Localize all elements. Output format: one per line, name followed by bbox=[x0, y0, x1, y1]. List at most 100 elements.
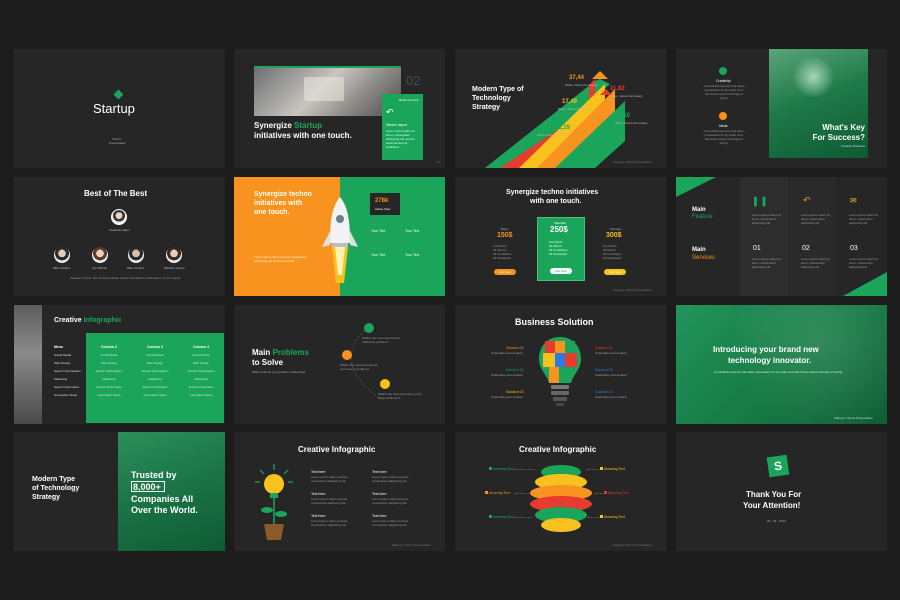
solution-name: Solution 02 bbox=[506, 368, 524, 372]
label-services: Services bbox=[692, 255, 716, 261]
bullet-square-icon bbox=[489, 467, 492, 470]
item-heading: Text here bbox=[311, 514, 326, 518]
slide-13-trusted[interactable]: Modern Type of Technology Strategy Trust… bbox=[14, 432, 225, 551]
slide-1-title[interactable]: Startup Theme Presentation bbox=[14, 49, 225, 168]
slide-15-layered-infographic[interactable]: Creative Infographic Amazing Text Amazin… bbox=[455, 432, 666, 551]
member-avatar bbox=[166, 247, 182, 263]
item-text: Lorem ipsum dolor sit amet, consectetur … bbox=[372, 519, 410, 527]
bullet-square-icon bbox=[604, 491, 607, 494]
column-text: Lorem ipsum dolor sit amet, consectetur … bbox=[752, 257, 781, 269]
rocket-icon bbox=[322, 197, 358, 283]
slide-8-features[interactable]: Main Feature Main Services ▌▐ ↶ ✉ Lorem … bbox=[676, 177, 887, 296]
problem-item: What's the most ecommerce ecommerce prob… bbox=[340, 363, 378, 371]
stat-label: When, where the beauty bbox=[537, 133, 570, 137]
solution-text: Customize your content bbox=[595, 373, 627, 377]
card-text: Lorem ipsum dolor sit amet, consectetur … bbox=[386, 129, 415, 149]
title-line-1: Synergize Startup bbox=[254, 121, 322, 130]
table-cell: Generation Ideas bbox=[143, 393, 167, 397]
title-part: Synergize bbox=[254, 121, 295, 130]
slide-11-business-solution[interactable]: Business Solution Solution 01 Customize … bbox=[455, 305, 666, 424]
title-line-3: Strategy bbox=[32, 494, 61, 501]
subtitle: What could be your problem marketing? bbox=[252, 370, 306, 374]
label-feature: Feature bbox=[692, 214, 713, 220]
member-name: Lily Mitchel bbox=[92, 266, 107, 270]
problem-item: What's the most important you're target … bbox=[378, 392, 422, 400]
bulb-icon bbox=[719, 67, 727, 75]
stacked-discs-graphic bbox=[530, 465, 592, 532]
get-now-button[interactable]: Get Now bbox=[494, 269, 516, 275]
item-text: Lorem ipsum dolor sit amet, consectetur … bbox=[311, 497, 349, 505]
item-text: Lorem ipsum dolor sit amet, consectetur … bbox=[372, 475, 410, 483]
solution-text: Customize your content bbox=[491, 351, 523, 355]
get-now-button[interactable]: Get Now bbox=[604, 269, 626, 275]
column-number: 03 bbox=[850, 245, 858, 252]
item-text: Lorem ipsum dolor sit amet, consectetur … bbox=[372, 497, 410, 505]
title-line-1: Modern Type bbox=[32, 476, 76, 483]
card-header: Read text here bbox=[399, 98, 419, 102]
plan-price: 250$ bbox=[550, 225, 568, 234]
table-row: Marketing Marketing Marketing Marketing bbox=[54, 375, 224, 383]
slide-12-introducing[interactable]: Introducing your brand new technology in… bbox=[676, 305, 887, 424]
data-table: Menu Column 2 Column 3 Column 4 Social M… bbox=[54, 343, 224, 399]
column-text: Lorem ipsum dolor sit amet, consectetur … bbox=[849, 213, 878, 225]
table-row: Web Design Web Design Web Design Web Design bbox=[54, 359, 224, 367]
feature-item: 24 Newsletter bbox=[549, 252, 568, 256]
lightbulb-puzzle-icon bbox=[539, 337, 581, 406]
slide-9-table[interactable]: Creative Infographic Menu Column 2 Colum… bbox=[14, 305, 225, 424]
slide-10-problems[interactable]: Main Problems to Solve What could be you… bbox=[234, 305, 445, 424]
slide-footer: Startup | Theme Presentation bbox=[612, 288, 652, 292]
column-text: Lorem ipsum dolor sit amet, consectetur … bbox=[849, 257, 878, 269]
slide-16-thank-you[interactable]: S Thank You For Your Attention! 03 - 02 … bbox=[676, 432, 887, 551]
item-title: Creativity bbox=[716, 79, 731, 83]
slide-title: Synergize techno initiatives with one to… bbox=[254, 191, 312, 216]
slide-4-success[interactable]: Creativity A wonderful serenity has take… bbox=[676, 49, 887, 168]
solution-text: Customize your content bbox=[595, 351, 627, 355]
slide-5-team[interactable]: Best of The Best Charlotte Adam Mike Gos… bbox=[14, 177, 225, 296]
slide-7-pricing[interactable]: Synergize techno initiatives with one to… bbox=[455, 177, 666, 296]
item-text: A wonderful serenity has taken possessio… bbox=[703, 129, 745, 145]
table-header: Menu bbox=[54, 345, 64, 349]
item-text: Amazing Text bbox=[604, 467, 625, 471]
title-highlight: Infographic bbox=[83, 317, 122, 324]
get-now-button[interactable]: Get Now bbox=[550, 268, 572, 274]
page-number: 02 bbox=[436, 160, 440, 164]
slide-2-synergize[interactable]: 02 Synergize Startup initiatives with on… bbox=[234, 49, 445, 168]
member-name: Mike Gosbel bbox=[53, 266, 70, 270]
subtitle: Presentation bbox=[109, 141, 126, 145]
slide-title: Creative Infographic bbox=[54, 317, 122, 324]
member-avatar bbox=[128, 247, 144, 263]
table-cell: Web Design bbox=[146, 361, 164, 365]
table-cell: Search Optimisation bbox=[95, 369, 123, 373]
column-text: Lorem ipsum dolor sit amet, consectetur … bbox=[801, 213, 830, 225]
date-label: 03 - 02 - 2023 bbox=[767, 519, 786, 523]
title-line-2: initiatives with one touch. bbox=[254, 131, 352, 140]
table-cell: Search Information bbox=[188, 385, 214, 389]
solution-name: Solution 03 bbox=[506, 390, 524, 394]
title-line-1: Synergize techno initiatives bbox=[506, 189, 599, 196]
title-highlight: Problems bbox=[272, 348, 309, 357]
title-line-2: to Solve bbox=[252, 358, 284, 367]
stat-box bbox=[370, 193, 400, 215]
slide-3-strategy[interactable]: Modern Type of Technology Strategy 37,44… bbox=[455, 49, 666, 168]
table-cell: Search Information bbox=[142, 385, 168, 389]
item-text: Amazing Text bbox=[489, 491, 510, 495]
label-main: Main bbox=[692, 247, 706, 253]
slide-14-infographic[interactable]: Creative Infographic Text here Lorem ips… bbox=[234, 432, 445, 551]
table-cell: Social Media bbox=[146, 353, 164, 357]
green-corner-top bbox=[676, 177, 716, 197]
column-bg bbox=[789, 177, 836, 296]
item-heading: Text here bbox=[311, 470, 326, 474]
info-card bbox=[382, 94, 423, 160]
bullet-square-icon bbox=[600, 515, 603, 518]
table-cell: Marketing bbox=[148, 377, 162, 381]
bullet-square-icon bbox=[489, 515, 492, 518]
slide-title: Best of The Best bbox=[84, 189, 148, 198]
plant-bulb-icon bbox=[255, 464, 293, 540]
photo-detail bbox=[304, 77, 344, 101]
table-cell: Web Design bbox=[192, 361, 210, 365]
title-line-1: Main Problems bbox=[252, 348, 309, 357]
column-text: Lorem ipsum dolor sit amet, consectetur … bbox=[752, 213, 781, 225]
slide-6-rocket[interactable]: Synergize techno initiatives with one to… bbox=[234, 177, 445, 296]
bullet-square-icon bbox=[600, 467, 603, 470]
table-cell: Search Information bbox=[96, 385, 122, 389]
